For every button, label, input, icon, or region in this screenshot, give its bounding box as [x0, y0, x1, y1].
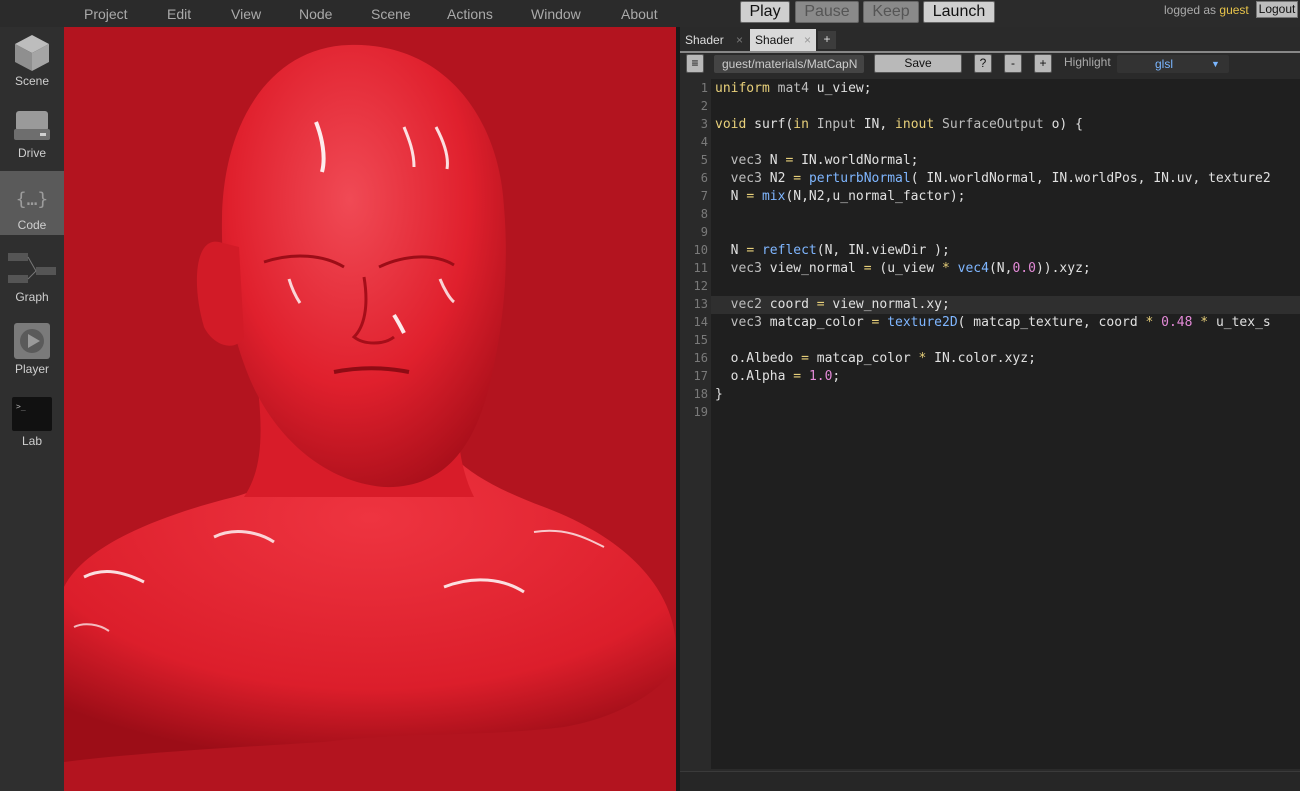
menu-project[interactable]: Project: [84, 6, 128, 22]
login-prefix: logged as: [1164, 3, 1217, 17]
line-number: 9: [700, 225, 708, 239]
app-window: Project Edit View Node Scene Actions Win…: [0, 0, 1300, 791]
sidebar: Scene Drive {…} Code Graph Player >_ Lab: [0, 27, 64, 791]
save-button[interactable]: Save: [874, 54, 962, 73]
line-number: 12: [693, 279, 708, 293]
sidebar-label-scene: Scene: [14, 74, 50, 88]
highlight-value: glsl: [1155, 57, 1174, 71]
close-icon[interactable]: ×: [804, 29, 811, 51]
code-line[interactable]: vec3 N2 = perturbNormal( IN.worldNormal,…: [715, 171, 1271, 186]
zoom-out-button[interactable]: -: [1004, 54, 1022, 73]
line-number: 2: [700, 99, 708, 113]
play-circle-icon: [14, 323, 50, 359]
tab-shader-2[interactable]: Shader ×: [750, 29, 816, 51]
pause-button[interactable]: Pause: [795, 1, 859, 23]
code-line[interactable]: }: [715, 387, 723, 402]
menu-bar: Project Edit View Node Scene Actions Win…: [0, 0, 1300, 27]
code-line[interactable]: N = reflect(N, IN.viewDir );: [715, 243, 950, 258]
menu-scene[interactable]: Scene: [371, 6, 411, 22]
code-editor[interactable]: 1 2 3 4 5 6 7 8 9 10 11 12 13 14 15 16 17 18 19 uniform ma…: [680, 79, 1300, 769]
code-line[interactable]: vec3 N = IN.worldNormal;: [715, 153, 919, 168]
add-tab-button[interactable]: +: [818, 31, 836, 49]
sidebar-item-scene[interactable]: Scene: [0, 27, 64, 91]
sidebar-item-player[interactable]: Player: [0, 315, 64, 379]
sidebar-label-player: Player: [14, 362, 49, 376]
menu-node[interactable]: Node: [299, 6, 332, 22]
svg-text:>_: >_: [16, 402, 26, 411]
bust-model-render: [64, 44, 676, 762]
code-line[interactable]: void surf(in Input IN, inout SurfaceOutp…: [715, 117, 1083, 132]
line-number-gutter: 1 2 3 4 5 6 7 8 9 10 11 12 13 14 15 16 17 18 19: [680, 79, 711, 769]
menu-window[interactable]: Window: [531, 6, 581, 22]
sidebar-label-drive: Drive: [17, 146, 46, 160]
sidebar-label-lab: Lab: [21, 434, 43, 448]
menu-about[interactable]: About: [621, 6, 658, 22]
sidebar-item-lab[interactable]: >_ Lab: [0, 387, 64, 451]
tab-label: Shader: [755, 33, 794, 47]
menu-edit[interactable]: Edit: [167, 6, 191, 22]
chevron-down-icon: ▼: [1211, 59, 1220, 69]
code-line[interactable]: vec3 view_normal = (u_view * vec4(N,0.0)…: [715, 261, 1091, 276]
sidebar-item-code[interactable]: {…} Code: [0, 171, 64, 235]
help-button[interactable]: ?: [974, 54, 992, 73]
code-line[interactable]: uniform mat4 u_view;: [715, 81, 872, 96]
line-number: 17: [693, 369, 708, 383]
code-line[interactable]: N = mix(N,N2,u_normal_factor);: [715, 189, 966, 204]
zoom-in-button[interactable]: +: [1034, 54, 1052, 73]
code-braces-icon: {…}: [16, 189, 49, 210]
code-line[interactable]: o.Alpha = 1.0;: [715, 369, 841, 384]
line-number: 15: [693, 333, 708, 347]
menu-view[interactable]: View: [231, 6, 261, 22]
line-number: 19: [693, 405, 708, 419]
hard-drive-icon: [14, 111, 50, 140]
3d-viewport[interactable]: [64, 27, 676, 791]
cube-icon: [15, 35, 49, 71]
svg-text:{…}: {…}: [16, 189, 49, 210]
tab-shader-1[interactable]: Shader ×: [680, 29, 748, 51]
line-number: 13: [693, 297, 708, 311]
line-number: 8: [700, 207, 708, 221]
sidebar-item-graph[interactable]: Graph: [0, 243, 64, 307]
code-line[interactable]: vec2 coord = view_normal.xy;: [715, 297, 950, 312]
sidebar-item-drive[interactable]: Drive: [0, 99, 64, 163]
tab-label: Shader: [685, 33, 724, 47]
code-lines[interactable]: uniform mat4 u_view;void surf(in Input I…: [711, 79, 1300, 769]
hamburger-menu-icon[interactable]: ≡: [686, 54, 704, 73]
line-number: 3: [700, 117, 708, 131]
close-icon[interactable]: ×: [736, 29, 743, 51]
line-number: 5: [700, 153, 708, 167]
launch-button[interactable]: Launch: [923, 1, 995, 23]
file-path-field[interactable]: guest/materials/MatCapN: [714, 55, 864, 73]
sidebar-label-code: Code: [17, 218, 47, 232]
line-number: 4: [700, 135, 708, 149]
sidebar-label-graph: Graph: [15, 290, 49, 304]
line-number: 18: [693, 387, 708, 401]
graph-nodes-icon: [8, 253, 56, 283]
code-line[interactable]: o.Albedo = matcap_color * IN.color.xyz;: [715, 351, 1036, 366]
username: guest: [1219, 3, 1249, 17]
line-number: 10: [693, 243, 708, 257]
editor-status-bar: [680, 771, 1300, 791]
highlight-language-select[interactable]: glsl ▼: [1117, 55, 1229, 73]
line-number: 16: [693, 351, 708, 365]
editor-tabs: Shader × Shader × +: [680, 29, 1300, 51]
editor-toolbar: ≡ guest/materials/MatCapN Save ? - + Hig…: [680, 53, 1300, 77]
line-number: 14: [693, 315, 708, 329]
line-number: 7: [700, 189, 708, 203]
menu-actions[interactable]: Actions: [447, 6, 493, 22]
play-button[interactable]: Play: [740, 1, 790, 23]
highlight-label: Highlight: [1064, 55, 1111, 69]
code-line[interactable]: vec3 matcap_color = texture2D( matcap_te…: [715, 315, 1271, 330]
line-number: 6: [700, 171, 708, 185]
terminal-icon: >_: [12, 397, 52, 431]
login-status: logged as guest: [1164, 3, 1249, 17]
line-number: 11: [693, 261, 708, 275]
logout-button[interactable]: Logout: [1256, 1, 1298, 18]
code-editor-panel: Shader × Shader × + ≡ guest/materials/Ma…: [680, 27, 1300, 791]
keep-button[interactable]: Keep: [863, 1, 919, 23]
line-number: 1: [700, 81, 708, 95]
